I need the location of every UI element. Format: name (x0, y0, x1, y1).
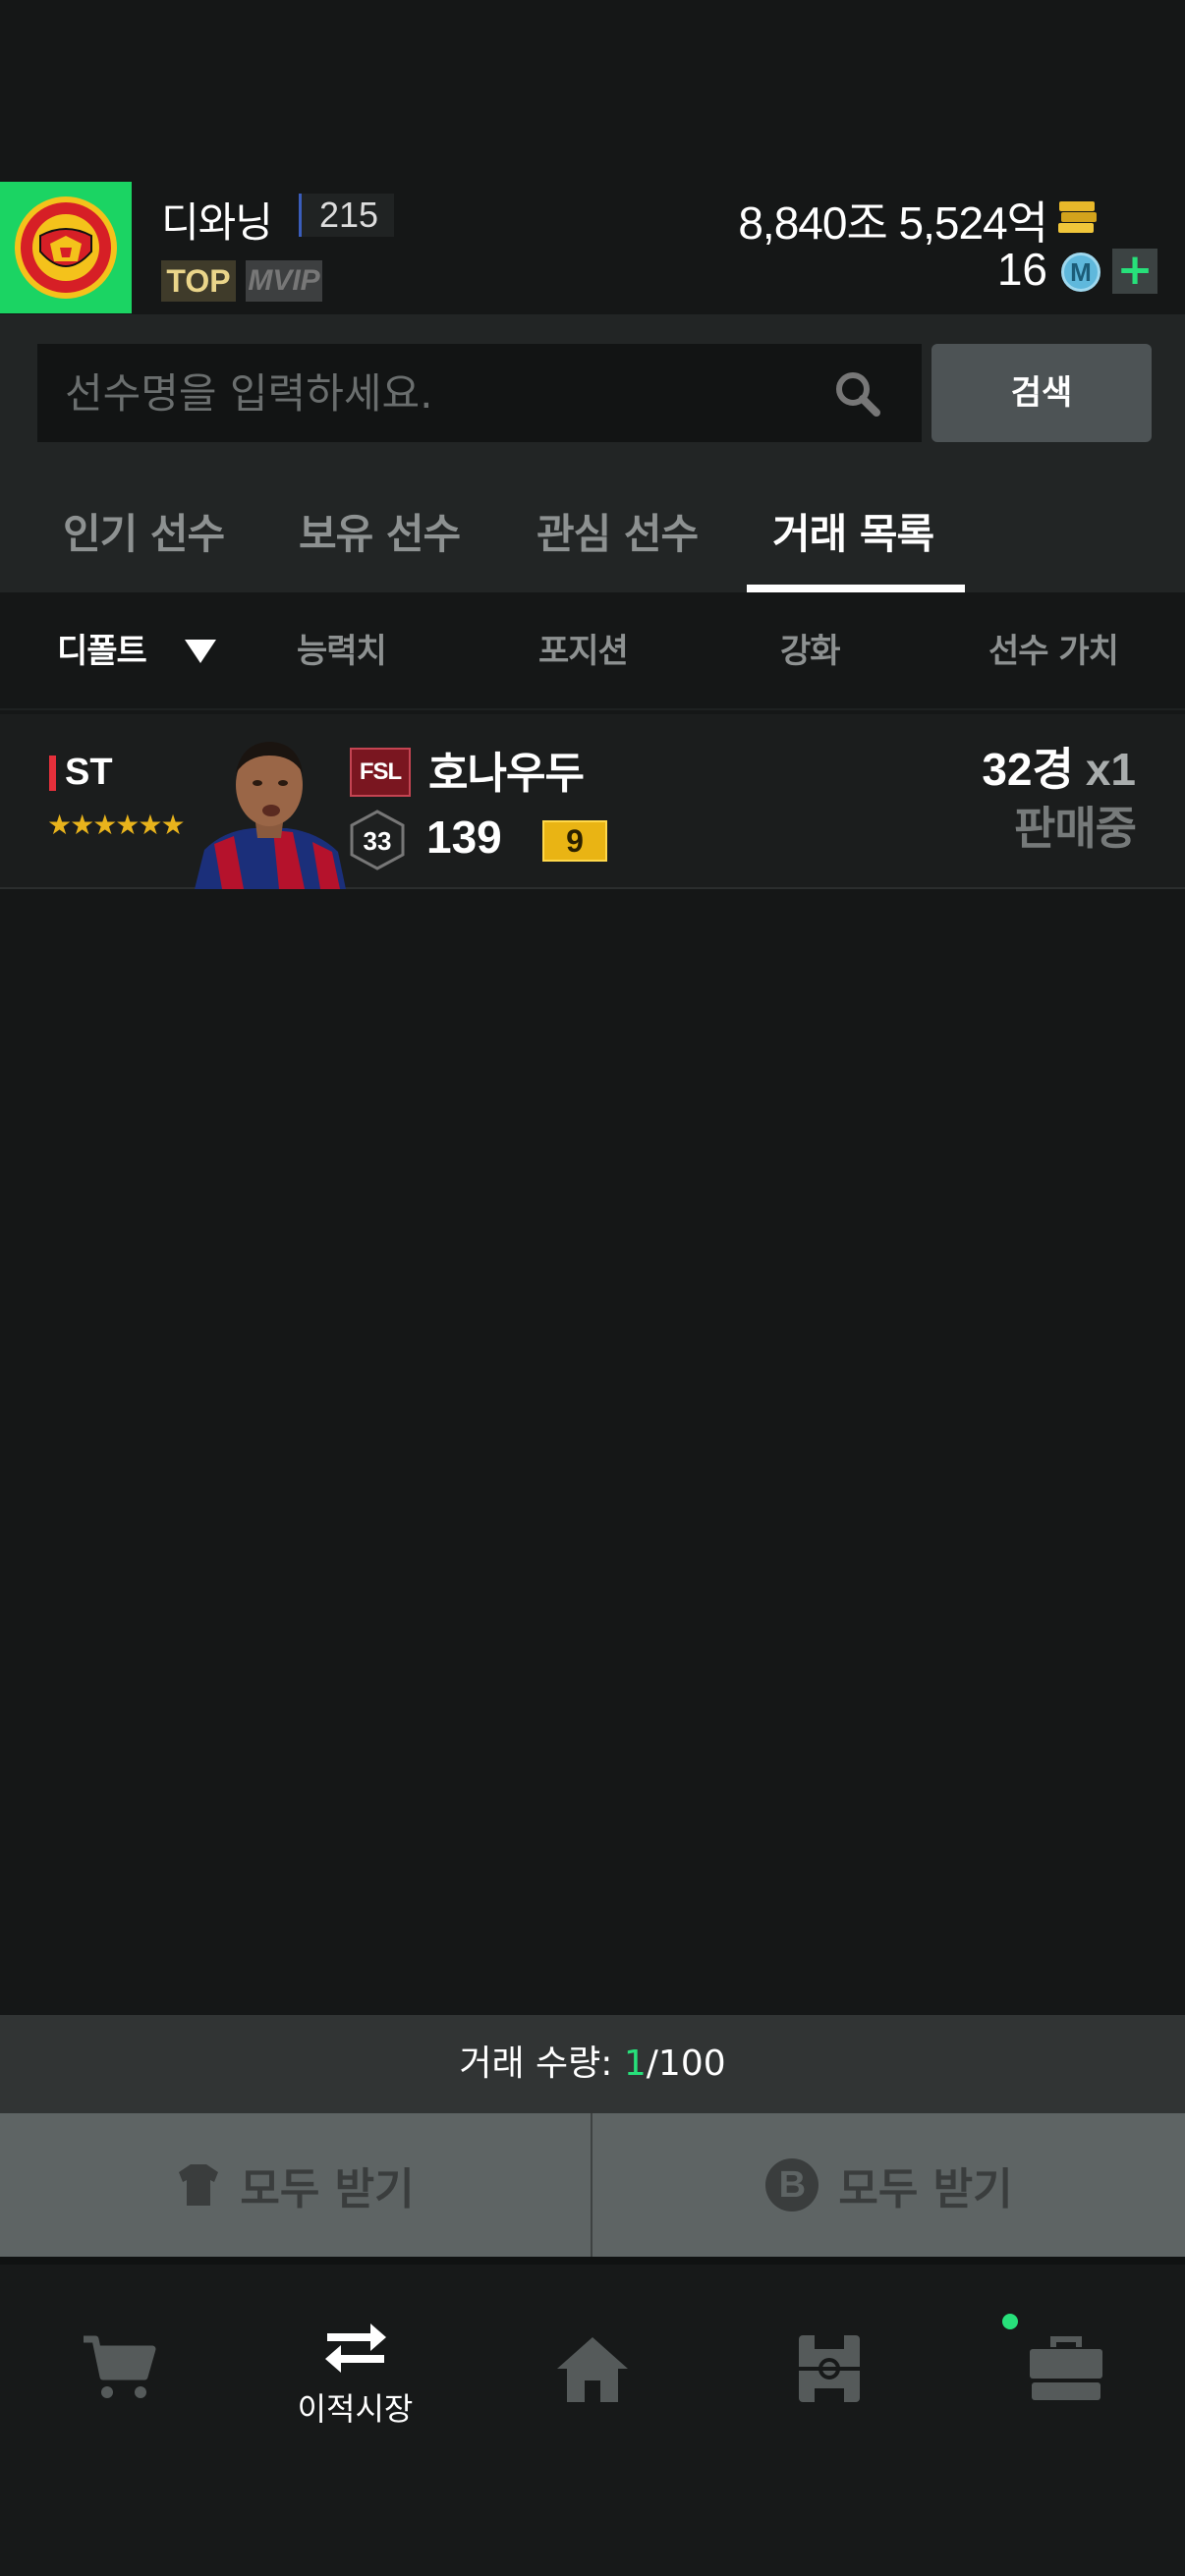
briefcase-icon (1029, 2336, 1102, 2400)
player-salary: 33 (364, 826, 392, 856)
trade-count-current: 1 (623, 2044, 647, 2084)
receive-all-players-button[interactable]: 모두 받기 (0, 2113, 592, 2257)
vip-badge: MVIP (246, 260, 322, 302)
sort-dropdown-icon[interactable] (185, 640, 216, 663)
trade-list-empty-area (0, 889, 1185, 2015)
bp-coin-icon: B (765, 2158, 819, 2212)
nav-home[interactable] (474, 2265, 710, 2461)
transfer-arrows-icon (324, 2324, 386, 2373)
nav-transfer-label: 이적시장 (297, 2390, 414, 2428)
player-ovr: 139 (426, 812, 502, 863)
position-color-bar (49, 756, 56, 791)
mpoint-value: 16 (996, 244, 1047, 295)
salary-hex-icon: 33 (350, 810, 405, 870)
price-line: 32경 x1 (982, 734, 1136, 799)
profile-header: 디와닝 215 TOP MVIP 8,840조 5,524억 16 M + (0, 182, 1185, 314)
search-bar: 검색 (0, 314, 1185, 476)
tab-owned-players[interactable]: 보유 선수 (299, 476, 461, 592)
nickname: 디와닝 (161, 198, 273, 247)
bottom-nav: 이적시장 (0, 2257, 1185, 2576)
sale-status: 판매중 (1014, 802, 1137, 855)
trade-count-bar: 거래 수량: 1/100 (0, 2015, 1185, 2113)
receive-all-players-label: 모두 받기 (240, 2164, 415, 2214)
sort-ovr[interactable]: 능력치 (297, 592, 387, 710)
receive-all-bar: 모두 받기 B 모두 받기 (0, 2113, 1185, 2257)
mpoint-icon: M (1061, 252, 1100, 292)
search-field (37, 344, 922, 442)
player-name: 호나우두 (428, 749, 585, 799)
receive-all-bp-button[interactable]: B 모두 받기 (593, 2113, 1185, 2257)
nav-locker[interactable] (947, 2265, 1184, 2461)
level-box: 215 (299, 194, 395, 237)
search-input[interactable] (37, 344, 922, 442)
enhancement-grade-badge: 9 (542, 820, 607, 862)
tab-watchlist-players[interactable]: 관심 선수 (536, 476, 699, 592)
shirt-icon (179, 2164, 219, 2206)
home-icon (556, 2337, 628, 2402)
add-currency-button[interactable]: + (1112, 249, 1157, 294)
sort-default[interactable]: 디폴트 (57, 592, 147, 710)
search-button[interactable]: 검색 (931, 344, 1152, 442)
player-stars: ★★★★★★ (47, 809, 186, 841)
tab-trade-list[interactable]: 거래 목록 (772, 476, 934, 592)
receive-all-bp-label: 모두 받기 (838, 2164, 1013, 2214)
top-badge: TOP (161, 260, 236, 302)
player-price: 32경 (982, 744, 1074, 795)
nav-transfer-market[interactable]: 이적시장 (237, 2265, 474, 2461)
nav-shop[interactable] (0, 2265, 237, 2461)
player-quantity: x1 (1085, 744, 1136, 795)
notification-dot (1002, 2314, 1018, 2329)
status-area (0, 0, 1185, 182)
tab-bar: 인기 선수 보유 선수 관심 선수 거래 목록 (0, 476, 1185, 592)
tab-popular-players[interactable]: 인기 선수 (63, 476, 225, 592)
club-badge[interactable] (0, 182, 132, 313)
season-badge: FSL (350, 748, 411, 797)
trade-count-label: 거래 수량: (459, 2044, 624, 2084)
vip-m-icon: M (248, 264, 273, 297)
search-icon[interactable] (833, 369, 882, 419)
receive-divider (591, 2113, 592, 2257)
gold-coin-icon (1058, 201, 1097, 233)
pitch-icon (798, 2335, 860, 2402)
trade-list-item[interactable]: ST ★★★★★★ FSL 호나우두 33 139 9 32경 x1 판매중 (0, 714, 1185, 889)
sort-position[interactable]: 포지션 (538, 592, 629, 710)
nav-squad[interactable] (710, 2265, 947, 2461)
active-tab-indicator (747, 585, 965, 592)
cart-icon (83, 2335, 155, 2398)
trade-count-max: /100 (646, 2044, 726, 2084)
player-photo (195, 742, 346, 889)
sort-enhancement[interactable]: 강화 (780, 592, 841, 710)
player-position: ST (65, 752, 113, 793)
club-crest-icon (15, 196, 117, 299)
sort-player-value[interactable]: 선수 가치 (988, 592, 1119, 710)
sort-bar: 디폴트 능력치 포지션 강화 선수 가치 (0, 592, 1185, 710)
